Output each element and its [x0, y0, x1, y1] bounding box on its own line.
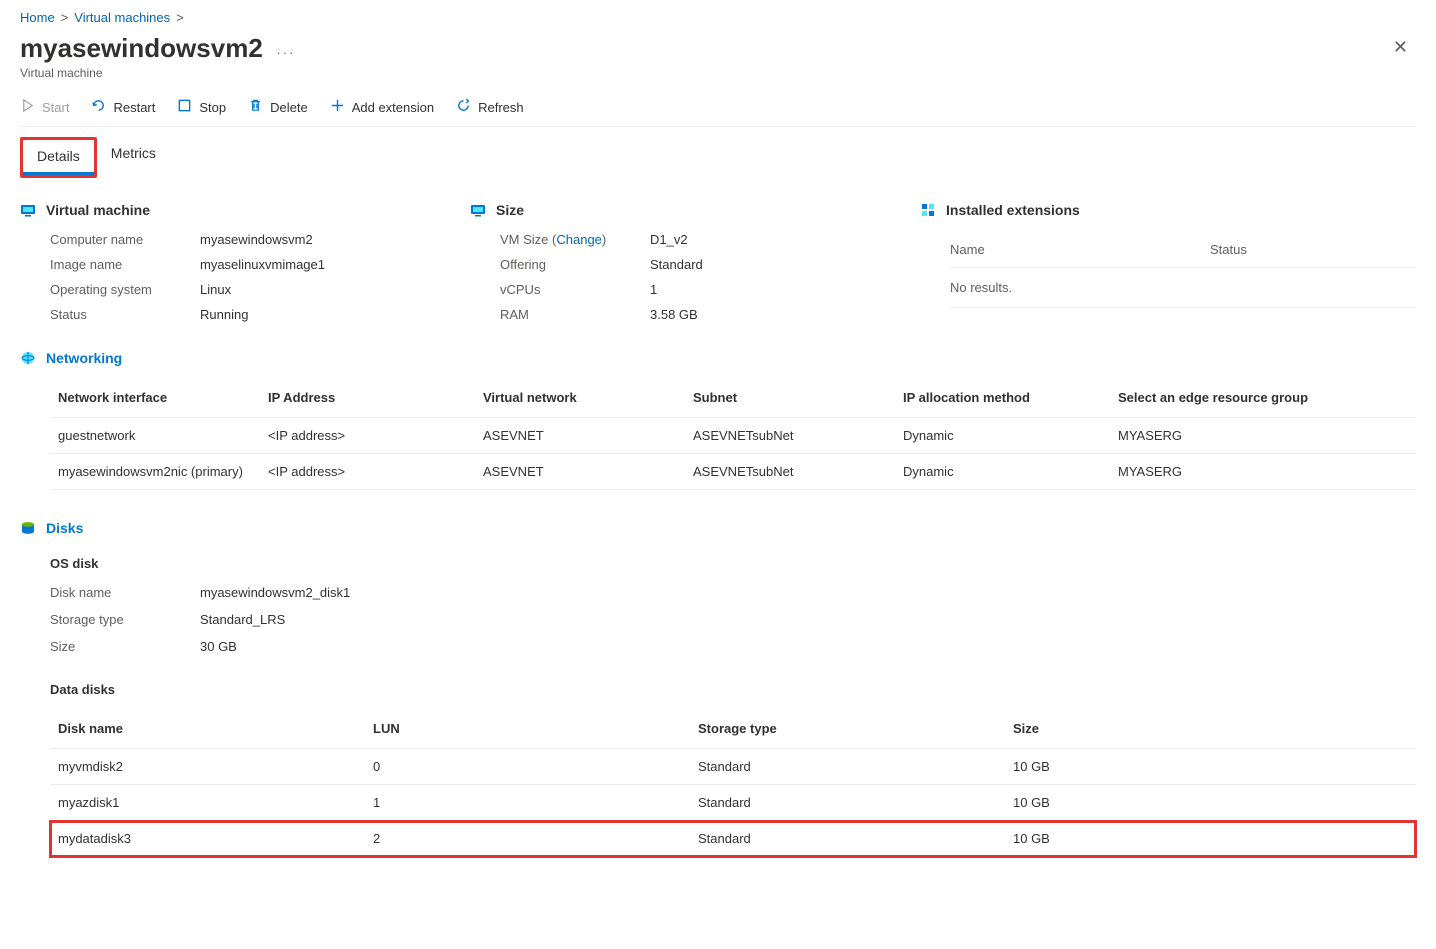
breadcrumb-vms[interactable]: Virtual machines: [74, 10, 170, 25]
ext-col-name: Name: [950, 242, 1210, 257]
table-row: myvmdisk2 0 Standard 10 GB: [50, 749, 1416, 785]
section-disks: Disks OS disk Disk name myasewindowsvm2_…: [20, 520, 1416, 857]
ext-col-status: Status: [1210, 242, 1247, 257]
value-storagetype: Standard_LRS: [200, 612, 550, 627]
disk-col-st: Storage type: [690, 711, 1005, 749]
restart-icon: [91, 98, 106, 116]
net-col-vnet: Virtual network: [475, 380, 685, 418]
section-size-header: Size: [496, 202, 524, 218]
tab-details[interactable]: Details: [23, 140, 94, 175]
section-virtual-machine: Virtual machine Computer name myasewindo…: [20, 202, 470, 322]
label-diskname: Disk name: [50, 585, 200, 600]
chevron-right-icon: >: [176, 10, 184, 25]
chevron-right-icon: >: [61, 10, 69, 25]
vm-icon: [20, 202, 36, 218]
section-vm-header: Virtual machine: [46, 202, 150, 218]
disk-col-size: Size: [1005, 711, 1416, 749]
label-computer-name: Computer name: [50, 232, 200, 247]
close-button[interactable]: ✕: [1385, 33, 1416, 62]
table-row: myazdisk1 1 Standard 10 GB: [50, 785, 1416, 821]
networking-header-link[interactable]: Networking: [46, 350, 122, 366]
label-status: Status: [50, 307, 200, 322]
table-row: myasewindowsvm2nic (primary) <IP address…: [50, 454, 1416, 490]
datadisks-subheader: Data disks: [50, 682, 1416, 697]
value-status: Running: [200, 307, 470, 322]
net-col-erg: Select an edge resource group: [1110, 380, 1416, 418]
plus-icon: [330, 98, 345, 116]
extensions-icon: [920, 202, 936, 218]
net-col-nic: Network interface: [50, 380, 260, 418]
label-os: Operating system: [50, 282, 200, 297]
play-icon: [20, 98, 35, 116]
disk-col-name: Disk name: [50, 711, 365, 749]
table-row: guestnetwork <IP address> ASEVNET ASEVNE…: [50, 418, 1416, 454]
value-computer-name: myasewindowsvm2: [200, 232, 470, 247]
networking-table: Network interface IP Address Virtual net…: [50, 380, 1416, 490]
label-size: Size: [50, 639, 200, 654]
label-ram: RAM: [500, 307, 650, 322]
label-storagetype: Storage type: [50, 612, 200, 627]
value-os: Linux: [200, 282, 470, 297]
disks-header-link[interactable]: Disks: [46, 520, 83, 536]
stop-button[interactable]: Stop: [177, 98, 226, 116]
osdisk-subheader: OS disk: [50, 556, 1416, 571]
disks-icon: [20, 520, 36, 536]
restart-button[interactable]: Restart: [91, 98, 155, 116]
section-networking: Networking Network interface IP Address …: [20, 350, 1416, 490]
breadcrumb-home[interactable]: Home: [20, 10, 55, 25]
section-extensions: Installed extensions Name Status No resu…: [920, 202, 1416, 322]
page-title: myasewindowsvm2: [20, 33, 263, 64]
disk-col-lun: LUN: [365, 711, 690, 749]
change-vmsize-link[interactable]: Change: [556, 232, 602, 247]
label-vmsize: VM Size (Change): [500, 232, 650, 247]
ext-table-header: Name Status: [950, 232, 1416, 268]
more-actions-button[interactable]: ···: [276, 45, 295, 60]
breadcrumb: Home > Virtual machines >: [20, 10, 1416, 25]
value-offering: Standard: [650, 257, 920, 272]
highlight-details-tab: Details: [20, 137, 97, 178]
value-ram: 3.58 GB: [650, 307, 920, 322]
stop-icon: [177, 98, 192, 116]
ext-empty-state: No results.: [950, 268, 1416, 308]
size-icon: [470, 202, 486, 218]
networking-icon: [20, 350, 36, 366]
label-vcpus: vCPUs: [500, 282, 650, 297]
delete-button[interactable]: Delete: [248, 98, 308, 116]
page-header: myasewindowsvm2 ··· Virtual machine ✕: [20, 33, 1416, 80]
value-vmsize: D1_v2: [650, 232, 920, 247]
add-extension-button[interactable]: Add extension: [330, 98, 434, 116]
value-diskname: myasewindowsvm2_disk1: [200, 585, 550, 600]
tabs: Details Metrics: [20, 137, 1416, 178]
table-row-highlighted: mydatadisk3 2 Standard 10 GB: [50, 821, 1416, 857]
start-button[interactable]: Start: [20, 98, 69, 116]
refresh-button[interactable]: Refresh: [456, 98, 524, 116]
label-offering: Offering: [500, 257, 650, 272]
value-size: 30 GB: [200, 639, 550, 654]
net-col-subnet: Subnet: [685, 380, 895, 418]
label-image-name: Image name: [50, 257, 200, 272]
datadisks-table: Disk name LUN Storage type Size myvmdisk…: [50, 711, 1416, 857]
section-size: Size VM Size (Change) D1_v2 Offering Sta…: [470, 202, 920, 322]
net-col-ip: IP Address: [260, 380, 475, 418]
section-ext-header: Installed extensions: [946, 202, 1080, 218]
value-image-name: myaselinuxvmimage1: [200, 257, 470, 272]
trash-icon: [248, 98, 263, 116]
page-subtitle: Virtual machine: [20, 66, 295, 80]
refresh-icon: [456, 98, 471, 116]
tab-metrics[interactable]: Metrics: [97, 137, 170, 178]
value-vcpus: 1: [650, 282, 920, 297]
net-col-alloc: IP allocation method: [895, 380, 1110, 418]
toolbar: Start Restart Stop Delete Add extension …: [20, 98, 1416, 127]
